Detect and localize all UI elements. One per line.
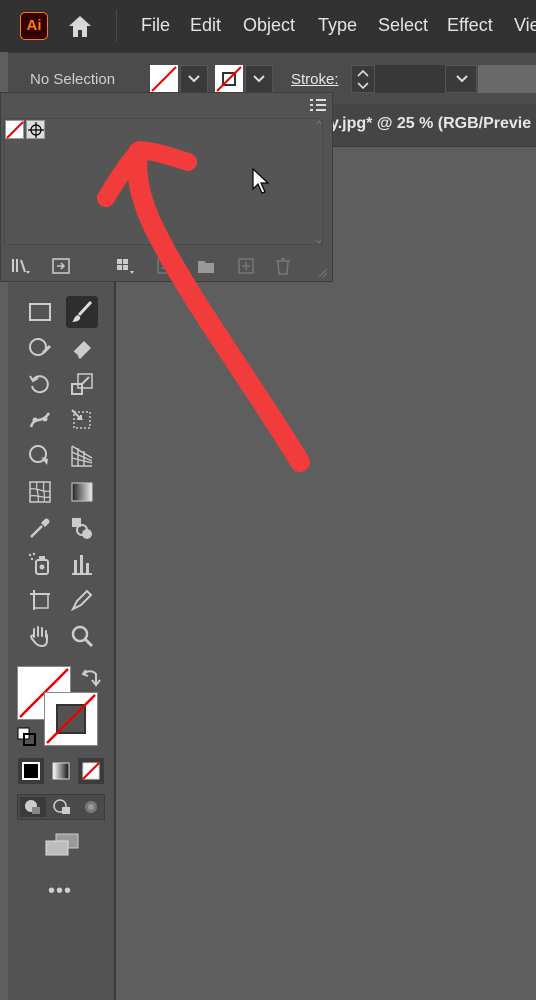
menu-effect[interactable]: Effect (447, 15, 493, 36)
screen-mode-icon[interactable] (44, 832, 80, 858)
chevron-down-icon (188, 75, 200, 83)
scale-icon[interactable] (66, 368, 98, 400)
blend-icon[interactable] (66, 512, 98, 544)
swap-fill-stroke-icon[interactable] (80, 666, 102, 688)
menu-bar: Ai File Edit Object Type Select Effect V… (0, 0, 536, 52)
none-icon (82, 762, 100, 780)
free-transform-icon[interactable] (66, 404, 98, 436)
selection-status: No Selection (30, 71, 116, 88)
fill-dropdown[interactable] (180, 65, 208, 93)
panel-menu-icon[interactable] (307, 97, 329, 115)
add-to-library-icon[interactable] (49, 256, 73, 276)
menu-file[interactable]: File (141, 15, 170, 36)
default-fill-stroke-icon[interactable] (17, 727, 37, 747)
chevron-down-icon[interactable] (448, 65, 476, 93)
swatches-panel (0, 92, 333, 282)
home-icon[interactable] (66, 12, 94, 40)
menu-object[interactable]: Object (243, 15, 295, 36)
resize-grip-icon[interactable] (316, 265, 328, 278)
gradient-swatch-icon (52, 762, 70, 780)
stroke-dropdown[interactable] (245, 65, 273, 93)
draw-behind-icon[interactable] (49, 797, 75, 817)
draw-inside-icon[interactable] (78, 797, 104, 817)
menu-type[interactable]: Type (318, 15, 357, 36)
stroke-label[interactable]: Stroke: (291, 71, 339, 88)
hand-icon[interactable] (24, 620, 56, 652)
perspective-grid-icon[interactable] (66, 440, 98, 472)
artboard-icon[interactable] (24, 584, 56, 616)
swatch-list (4, 118, 323, 245)
shaper-icon[interactable] (24, 332, 56, 364)
swatch-registration[interactable] (26, 120, 45, 139)
eraser-icon[interactable] (66, 332, 98, 364)
variable-width-control[interactable] (478, 65, 536, 93)
document-title: y.jpg* @ 25 % (RGB/Previe (330, 115, 532, 132)
shape-builder-icon[interactable] (24, 440, 56, 472)
slice-icon[interactable] (66, 584, 98, 616)
stroke-color-swatch[interactable] (44, 692, 98, 746)
draw-modes (17, 794, 105, 820)
chevron-down-icon (253, 75, 265, 83)
stepper-icon (357, 69, 369, 90)
swatch-options-icon (154, 256, 178, 276)
menu-edit[interactable]: Edit (190, 15, 221, 36)
menu-view[interactable]: Vie (514, 15, 536, 36)
mouse-cursor-icon (252, 167, 272, 201)
swatch-none[interactable] (5, 120, 24, 139)
panel-scrollbar[interactable] (316, 120, 322, 244)
new-color-group-icon[interactable] (194, 256, 218, 276)
draw-normal-icon[interactable] (20, 797, 46, 817)
color-mode-button[interactable] (18, 758, 44, 784)
rotate-icon[interactable] (24, 368, 56, 400)
color-icon (22, 762, 40, 780)
stroke-swatch[interactable] (215, 65, 243, 93)
delete-swatch-icon (271, 256, 295, 276)
menu-divider (116, 10, 117, 42)
swatch-kind-icon[interactable] (113, 256, 137, 276)
gradient-icon[interactable] (66, 476, 98, 508)
paintbrush-icon[interactable] (66, 296, 98, 328)
zoom-icon[interactable] (66, 620, 98, 652)
symbol-sprayer-icon[interactable] (24, 548, 56, 580)
rectangle-icon[interactable] (24, 296, 56, 328)
none-mode-button[interactable] (78, 758, 104, 784)
column-graph-icon[interactable] (66, 548, 98, 580)
menu-select[interactable]: Select (378, 15, 428, 36)
stroke-weight-input[interactable] (374, 65, 446, 93)
puppet-warp-icon[interactable] (24, 404, 56, 436)
swatch-libraries-icon[interactable] (9, 256, 33, 276)
fill-swatch[interactable] (150, 65, 178, 93)
new-swatch-icon (234, 256, 258, 276)
gradient-mode-button[interactable] (48, 758, 74, 784)
app-logo[interactable]: Ai (20, 12, 48, 40)
eyedropper-icon[interactable] (24, 512, 56, 544)
mesh-icon[interactable] (24, 476, 56, 508)
more-tools-button[interactable]: ••• (48, 880, 72, 903)
